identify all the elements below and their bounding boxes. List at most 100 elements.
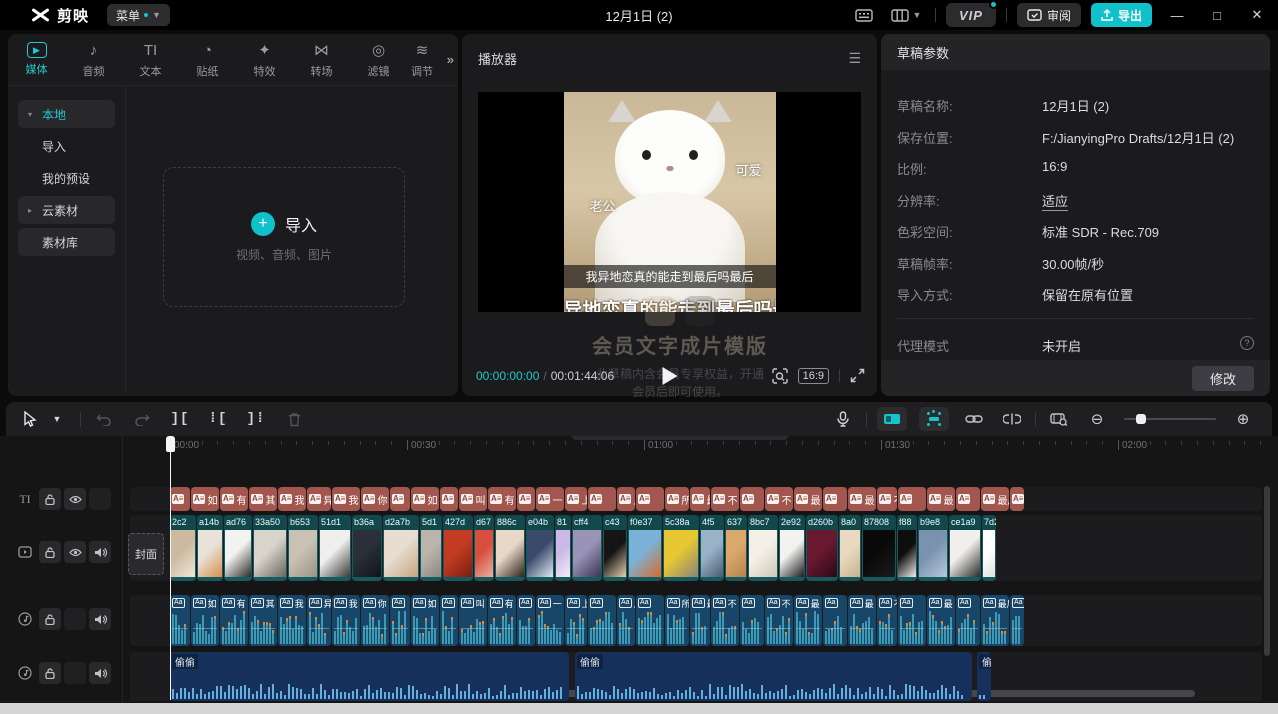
- music-clip[interactable]: 偷偷: [977, 652, 991, 701]
- text-clip[interactable]: A≡: [390, 487, 410, 511]
- text-clip[interactable]: A≡: [440, 487, 458, 511]
- video-clip[interactable]: b653: [288, 515, 318, 581]
- text-clip[interactable]: A≡上: [565, 487, 587, 511]
- frame-preview-icon[interactable]: [772, 368, 788, 384]
- text-clip[interactable]: A≡: [170, 487, 190, 511]
- vip-badge[interactable]: VIP: [946, 3, 996, 27]
- text-clip[interactable]: A≡: [1010, 487, 1024, 511]
- close-button[interactable]: ✕: [1242, 0, 1272, 30]
- modify-button[interactable]: 修改: [1192, 366, 1254, 391]
- video-clip[interactable]: d2a7b: [383, 515, 419, 581]
- expand-tabs-icon[interactable]: »: [447, 52, 454, 67]
- preview-axis-icon[interactable]: [1047, 407, 1071, 431]
- audio-clip[interactable]: Aa一: [536, 595, 564, 646]
- select-tool-icon[interactable]: [18, 407, 42, 431]
- text-clip[interactable]: A≡我: [278, 487, 306, 511]
- main-track-magnet-toggle[interactable]: [877, 407, 907, 431]
- video-viewport[interactable]: 可爱 老公 我异地恋真的能走到最后吗最后 异地恋真的能走到最后吗最后: [478, 92, 861, 312]
- video-clip[interactable]: f88: [897, 515, 917, 581]
- text-clip[interactable]: A≡叫: [459, 487, 487, 511]
- zoom-out-icon[interactable]: ⊖: [1085, 407, 1109, 431]
- text-clip[interactable]: A≡: [636, 487, 664, 511]
- play-button[interactable]: [662, 367, 677, 385]
- text-clip[interactable]: A≡: [517, 487, 535, 511]
- audio-clip[interactable]: Aa: [1010, 595, 1024, 646]
- text-clip[interactable]: A≡: [956, 487, 980, 511]
- text-clip[interactable]: A≡: [898, 487, 926, 511]
- sidebar-item-素材库[interactable]: 素材库: [18, 228, 115, 256]
- audio-clip[interactable]: Aa月: [617, 595, 635, 646]
- video-clip[interactable]: e04b: [526, 515, 554, 581]
- video-clip[interactable]: cff4: [572, 515, 602, 581]
- text-clip[interactable]: A≡异: [307, 487, 331, 511]
- music-clip[interactable]: 偷偷: [575, 652, 972, 701]
- audio-clip[interactable]: Aa上: [565, 595, 587, 646]
- undo-icon[interactable]: [92, 407, 116, 431]
- audio-clip[interactable]: Aa我: [332, 595, 360, 646]
- audio-clip[interactable]: Aa如: [191, 595, 219, 646]
- text-clip[interactable]: A≡不: [765, 487, 793, 511]
- video-clip[interactable]: d260b: [806, 515, 838, 581]
- video-clip[interactable]: 4f5: [700, 515, 724, 581]
- record-voice-icon[interactable]: [831, 407, 855, 431]
- audio-clip[interactable]: Aa最: [794, 595, 822, 646]
- unlink-icon[interactable]: [1000, 407, 1024, 431]
- sidebar-item-导入[interactable]: 导入: [18, 132, 115, 160]
- cover-button[interactable]: 封面: [128, 533, 164, 575]
- timeline-ruler[interactable]: 00:0000:3001:0001:3002:00: [0, 436, 1278, 458]
- audio-clip[interactable]: Aa异: [307, 595, 331, 646]
- audio-clip[interactable]: Aa: [170, 595, 190, 646]
- tab-贴纸[interactable]: ◔贴纸: [179, 40, 236, 79]
- lock-icon[interactable]: [39, 662, 61, 684]
- menu-button[interactable]: 菜单 ▼: [107, 4, 170, 26]
- tab-音频[interactable]: ♪音频: [65, 40, 122, 79]
- text-clip[interactable]: A≡: [588, 487, 616, 511]
- video-clip[interactable]: ce1a9: [949, 515, 981, 581]
- audio-clip[interactable]: Aa叫: [459, 595, 487, 646]
- text-clip[interactable]: A≡最: [927, 487, 955, 511]
- video-clip[interactable]: 886c: [495, 515, 525, 581]
- audio-clip[interactable]: Aa: [823, 595, 847, 646]
- player-menu-icon[interactable]: ☰: [848, 50, 861, 67]
- video-clip[interactable]: 8bc7: [748, 515, 778, 581]
- tab-文本[interactable]: TI文本: [122, 40, 179, 79]
- help-icon[interactable]: ?: [1240, 336, 1254, 350]
- text-clip[interactable]: A≡我: [332, 487, 360, 511]
- video-clip[interactable]: b9e8: [918, 515, 948, 581]
- import-dropzone[interactable]: + 导入 视频、音频、图片: [163, 167, 405, 307]
- video-clip[interactable]: 637: [725, 515, 747, 581]
- audio-clip[interactable]: Aa有: [488, 595, 516, 646]
- audio-clip[interactable]: Aa最后: [981, 595, 1009, 646]
- video-clip[interactable]: f0e37: [628, 515, 662, 581]
- audio-clip[interactable]: Aa: [898, 595, 926, 646]
- eye-icon[interactable]: [64, 488, 86, 510]
- split-icon[interactable]: ][: [168, 407, 192, 431]
- lock-icon[interactable]: [39, 541, 61, 563]
- video-clip[interactable]: 427d: [443, 515, 473, 581]
- review-button[interactable]: 审阅: [1017, 3, 1081, 27]
- sidebar-item-本地[interactable]: ▾本地: [18, 100, 115, 128]
- minimize-button[interactable]: —: [1162, 0, 1192, 30]
- tab-特效[interactable]: ✦特效: [236, 40, 293, 79]
- tab-滤镜[interactable]: ◎滤镜: [350, 40, 407, 79]
- audio-clip[interactable]: Aa: [956, 595, 980, 646]
- video-clip[interactable]: b36a: [352, 515, 382, 581]
- audio-clip[interactable]: Aa所: [665, 595, 689, 646]
- delete-icon[interactable]: [282, 407, 306, 431]
- audio-clip[interactable]: Aa: [440, 595, 458, 646]
- tab-转场[interactable]: ⋈转场: [293, 40, 350, 79]
- video-clip[interactable]: 51d1: [319, 515, 351, 581]
- vertical-scrollbar[interactable]: [1264, 486, 1270, 656]
- audio-clip[interactable]: Aa其: [249, 595, 277, 646]
- sidebar-item-云素材[interactable]: ▸云素材: [18, 196, 115, 224]
- video-clip[interactable]: 8a0: [839, 515, 861, 581]
- maximize-button[interactable]: □: [1202, 0, 1232, 30]
- text-clip[interactable]: A≡: [823, 487, 847, 511]
- split-left-icon[interactable]: ⁞[: [206, 407, 230, 431]
- audio-clip[interactable]: Aa: [390, 595, 410, 646]
- audio-clip[interactable]: Aa不: [711, 595, 739, 646]
- text-clip[interactable]: A≡不: [711, 487, 739, 511]
- video-clip[interactable]: 5c38a: [663, 515, 699, 581]
- eye-icon[interactable]: [64, 541, 86, 563]
- fullscreen-icon[interactable]: [850, 368, 865, 383]
